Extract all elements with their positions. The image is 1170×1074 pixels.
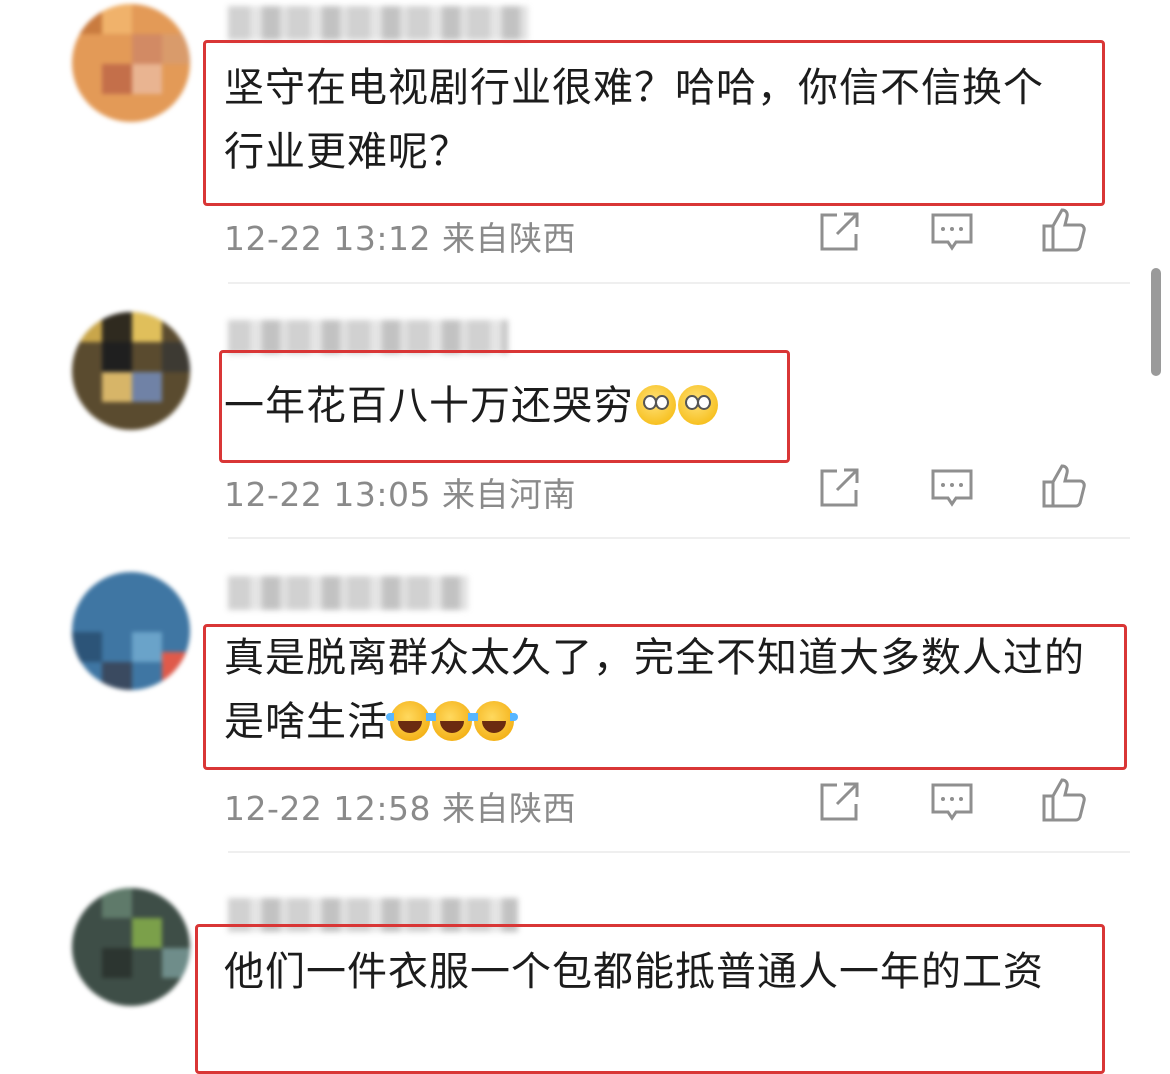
comment-time: 12-22 12:58 bbox=[224, 789, 431, 828]
comment-item: 坚守在电视剧行业很难？哈哈，你信不信换个行业更难呢？ 12-22 13:12 来… bbox=[0, 0, 1170, 284]
avatar[interactable] bbox=[72, 4, 190, 122]
comment-text: 一年花百八十万还哭穷 bbox=[224, 374, 784, 438]
divider bbox=[228, 537, 1130, 539]
eye-roll-emoji bbox=[678, 385, 718, 425]
comment-icon[interactable] bbox=[928, 778, 976, 826]
comment-item: 一年花百八十万还哭穷 12-22 13:05 来自河南 bbox=[0, 300, 1170, 540]
avatar[interactable] bbox=[72, 572, 190, 690]
comment-icon[interactable] bbox=[928, 208, 976, 256]
divider bbox=[228, 851, 1130, 853]
comment-icon[interactable] bbox=[928, 464, 976, 512]
eye-roll-emoji bbox=[636, 385, 676, 425]
comment-meta: 12-22 13:05 来自河南 bbox=[224, 468, 576, 516]
comment-text: 真是脱离群众太久了，完全不知道大多数人过的是啥生活 bbox=[224, 626, 1104, 754]
comment-text-content: 坚守在电视剧行业很难？哈哈，你信不信换个行业更难呢？ bbox=[224, 65, 1044, 175]
comment-text-content: 他们一件衣服一个包都能抵普通人一年的工资 bbox=[224, 949, 1044, 995]
comment-meta: 12-22 12:58 来自陕西 bbox=[224, 782, 576, 830]
comment-time: 12-22 13:05 bbox=[224, 475, 431, 514]
comment-text: 他们一件衣服一个包都能抵普通人一年的工资 bbox=[224, 940, 1084, 1004]
like-icon[interactable] bbox=[1040, 462, 1088, 510]
comment-location: 来自陕西 bbox=[441, 789, 576, 828]
comment-item: 真是脱离群众太久了，完全不知道大多数人过的是啥生活 12-22 12:58 来自… bbox=[0, 560, 1170, 860]
comment-location: 来自河南 bbox=[441, 475, 576, 514]
comment-time: 12-22 13:12 bbox=[224, 219, 431, 258]
laugh-cry-emoji bbox=[470, 701, 518, 741]
share-icon[interactable] bbox=[815, 464, 863, 512]
comment-text-content: 一年花百八十万还哭穷 bbox=[224, 383, 634, 429]
comment-meta: 12-22 13:12 来自陕西 bbox=[224, 212, 576, 260]
like-icon[interactable] bbox=[1040, 776, 1088, 824]
comment-item: 他们一件衣服一个包都能抵普通人一年的工资 bbox=[0, 870, 1170, 1074]
comment-location: 来自陕西 bbox=[441, 219, 576, 258]
laugh-cry-emoji bbox=[428, 701, 476, 741]
scrollbar[interactable] bbox=[1151, 268, 1161, 376]
share-icon[interactable] bbox=[815, 778, 863, 826]
divider bbox=[228, 282, 1130, 284]
like-icon[interactable] bbox=[1040, 206, 1088, 254]
share-icon[interactable] bbox=[815, 208, 863, 256]
username-blurred[interactable] bbox=[228, 576, 468, 610]
avatar[interactable] bbox=[72, 888, 190, 1006]
comment-text: 坚守在电视剧行业很难？哈哈，你信不信换个行业更难呢？ bbox=[224, 56, 1084, 184]
username-blurred[interactable] bbox=[228, 320, 508, 354]
username-blurred[interactable] bbox=[228, 6, 528, 40]
comment-text-content: 真是脱离群众太久了，完全不知道大多数人过的是啥生活 bbox=[224, 635, 1085, 745]
avatar[interactable] bbox=[72, 312, 190, 430]
laugh-cry-emoji bbox=[386, 701, 434, 741]
